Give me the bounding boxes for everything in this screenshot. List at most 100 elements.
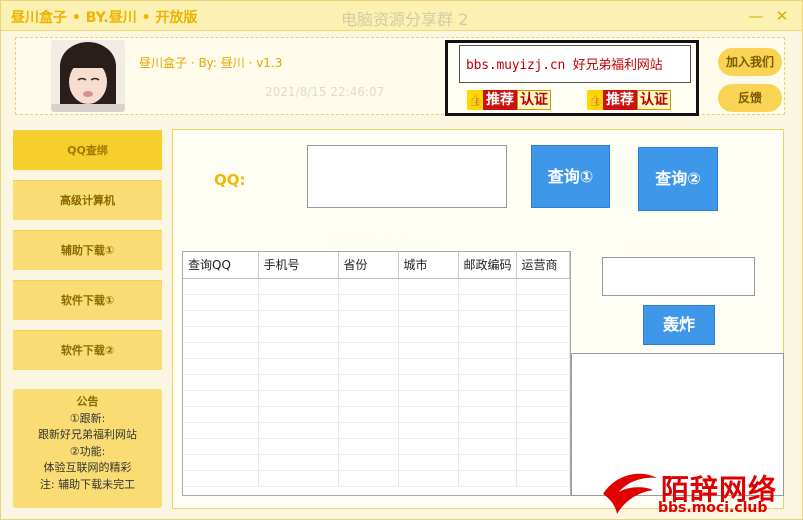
table-cell bbox=[516, 374, 570, 391]
column-header[interactable]: 城市 bbox=[398, 252, 459, 279]
feedback-button[interactable]: 反馈 bbox=[718, 84, 782, 112]
table-cell bbox=[458, 326, 517, 343]
table-cell bbox=[183, 454, 259, 471]
table-cell bbox=[458, 390, 517, 407]
table-cell bbox=[338, 422, 399, 439]
table-cell bbox=[458, 438, 517, 455]
table-cell bbox=[338, 358, 399, 375]
table-cell bbox=[458, 294, 517, 311]
notice-line: 跟新好兄弟福利网站 bbox=[38, 428, 137, 441]
table-cell bbox=[258, 342, 339, 359]
table-cell bbox=[516, 278, 570, 295]
ad-url: bbs.muyizj.cn 好兄弟福利网站 bbox=[466, 58, 663, 73]
close-icon[interactable]: ✕ bbox=[771, 5, 793, 27]
bomb-target-input[interactable] bbox=[602, 257, 755, 296]
table-cell bbox=[458, 278, 517, 295]
table-row[interactable] bbox=[183, 390, 570, 407]
table-row[interactable] bbox=[183, 454, 570, 471]
table-cell bbox=[398, 278, 459, 295]
table-cell bbox=[183, 374, 259, 391]
column-header[interactable]: 手机号 bbox=[258, 252, 339, 279]
sidebar-item-helper-download[interactable]: 辅助下载① bbox=[13, 230, 162, 270]
bomb-button[interactable]: 轰炸 bbox=[643, 305, 715, 345]
table-row[interactable] bbox=[183, 438, 570, 455]
thumbs-up-icon: 👍 bbox=[467, 90, 483, 110]
query-2-button[interactable]: 查询② bbox=[638, 147, 718, 211]
table-cell bbox=[398, 358, 459, 375]
thumbs-up-icon: 👍 bbox=[587, 90, 603, 110]
table-cell bbox=[398, 406, 459, 423]
column-header[interactable]: 运营商 bbox=[516, 252, 570, 279]
table-cell bbox=[258, 374, 339, 391]
table-cell bbox=[516, 454, 570, 471]
table-cell bbox=[183, 310, 259, 327]
table-cell bbox=[516, 326, 570, 343]
sidebar-item-software-download-1[interactable]: 软件下载① bbox=[13, 280, 162, 320]
table-cell bbox=[338, 294, 399, 311]
sidebar-item-qq-lookup[interactable]: QQ查绑 bbox=[13, 130, 162, 170]
table-cell bbox=[258, 422, 339, 439]
table-cell bbox=[338, 438, 399, 455]
column-header[interactable]: 邮政编码 bbox=[458, 252, 517, 279]
table-row[interactable] bbox=[183, 278, 570, 295]
table-cell bbox=[398, 438, 459, 455]
table-cell bbox=[516, 470, 570, 487]
notice-line: ①跟新: bbox=[69, 411, 106, 425]
table-row[interactable] bbox=[183, 342, 570, 359]
table-row[interactable] bbox=[183, 358, 570, 375]
table-cell bbox=[258, 470, 339, 487]
table-row[interactable] bbox=[183, 294, 570, 311]
table-row[interactable] bbox=[183, 310, 570, 327]
qq-input[interactable] bbox=[307, 145, 507, 208]
notice-panel: 公告 ①跟新: 跟新好兄弟福利网站 ②功能: 体验互联网的精彩 注: 辅助下载未… bbox=[13, 389, 162, 508]
table-cell bbox=[458, 374, 517, 391]
table-cell bbox=[458, 470, 517, 487]
table-row[interactable] bbox=[183, 374, 570, 391]
recommend-label: 推荐 bbox=[603, 90, 637, 110]
table-cell bbox=[258, 278, 339, 295]
column-header[interactable]: 查询QQ bbox=[183, 252, 259, 279]
table-cell bbox=[398, 342, 459, 359]
table-cell bbox=[458, 406, 517, 423]
sidebar-item-software-download-2[interactable]: 软件下载② bbox=[13, 330, 162, 370]
table-cell bbox=[338, 454, 399, 471]
result-table[interactable]: 查询QQ 手机号 省份 城市 邮政编码 运营商 bbox=[182, 251, 571, 496]
table-cell bbox=[516, 406, 570, 423]
recommend-badge[interactable]: 👍 推荐 认证 bbox=[587, 90, 671, 110]
table-cell bbox=[398, 454, 459, 471]
table-cell bbox=[258, 454, 339, 471]
column-header[interactable]: 省份 bbox=[338, 252, 399, 279]
table-cell bbox=[398, 326, 459, 343]
table-cell bbox=[338, 278, 399, 295]
table-cell bbox=[183, 326, 259, 343]
table-cell bbox=[183, 470, 259, 487]
table-row[interactable] bbox=[183, 470, 570, 487]
minimize-icon[interactable]: — bbox=[745, 5, 767, 27]
table-cell bbox=[516, 342, 570, 359]
table-cell bbox=[183, 406, 259, 423]
table-cell bbox=[516, 438, 570, 455]
table-cell bbox=[183, 342, 259, 359]
table-cell bbox=[398, 422, 459, 439]
table-cell bbox=[516, 358, 570, 375]
notice-line: ②功能: bbox=[69, 444, 106, 458]
table-cell bbox=[258, 326, 339, 343]
notice-line: 体验互联网的精彩 bbox=[43, 461, 132, 474]
join-us-button[interactable]: 加入我们 bbox=[718, 48, 782, 76]
table-cell bbox=[516, 422, 570, 439]
certify-label: 认证 bbox=[637, 90, 671, 110]
table-cell bbox=[458, 422, 517, 439]
table-cell bbox=[338, 470, 399, 487]
table-row[interactable] bbox=[183, 422, 570, 439]
title-bar: 昼川盒子 • BY.昼川 • 开放版 电脑资源分享群 2 — ✕ bbox=[1, 1, 802, 31]
recommend-badge[interactable]: 👍 推荐 认证 bbox=[467, 90, 551, 110]
table-cell bbox=[338, 310, 399, 327]
table-row[interactable] bbox=[183, 326, 570, 343]
table-cell bbox=[183, 294, 259, 311]
table-row[interactable] bbox=[183, 406, 570, 423]
app-info: 昼川盒子 · By: 昼川 · v1.3 bbox=[139, 56, 283, 70]
app-window: 昼川盒子v1.3.exe 群成员 85/280 阿巴啦 北冥 昼川盒子 • BY… bbox=[0, 0, 803, 520]
query-1-button[interactable]: 查询① bbox=[531, 145, 610, 208]
sidebar-item-advanced-calculator[interactable]: 高级计算机 bbox=[13, 180, 162, 220]
table-cell bbox=[398, 374, 459, 391]
